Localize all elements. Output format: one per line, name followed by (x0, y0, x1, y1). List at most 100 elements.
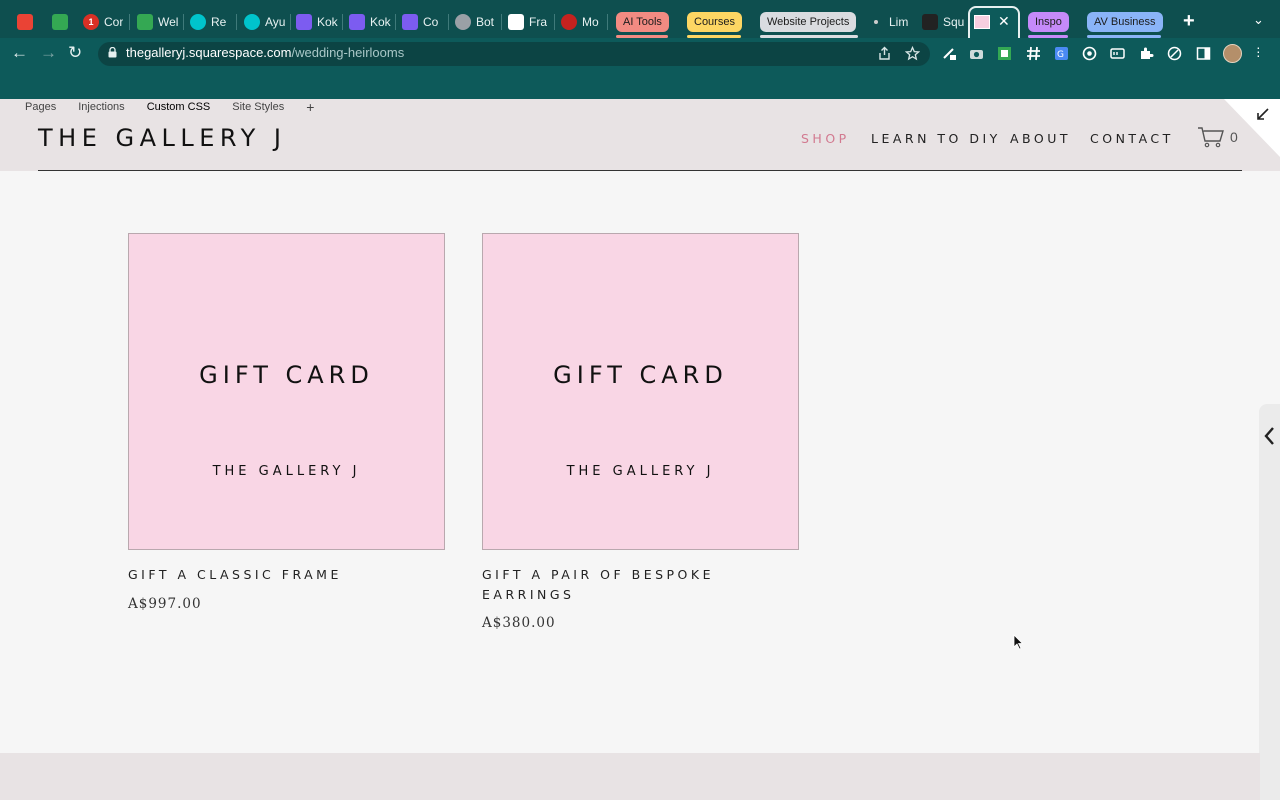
product-title[interactable]: GIFT A PAIR OF BESPOKE EARRINGS (482, 565, 752, 604)
browser-menu-icon[interactable]: · · · (1256, 40, 1261, 62)
tab-group-courses[interactable]: Courses (687, 12, 742, 32)
editor-link-injections[interactable]: Injections (78, 101, 124, 113)
back-button[interactable]: ← (11, 43, 28, 63)
tab-group-website-projects[interactable]: Website Projects (760, 12, 857, 32)
site-logo[interactable]: THE GALLERY J (38, 124, 286, 152)
page-icon (508, 14, 524, 30)
browser-tab[interactable]: Ayu (244, 10, 285, 34)
leaf-extension-icon[interactable] (1167, 46, 1182, 61)
tab-search-chevron-icon[interactable]: ⌄ (1253, 12, 1264, 28)
editor-links: Pages Injections Custom CSS Site Styles … (25, 100, 314, 114)
exit-editor-corner[interactable] (1224, 99, 1280, 157)
browser-tab[interactable]: Mo (561, 10, 599, 34)
tab-separator (448, 14, 449, 30)
drive-icon (137, 14, 153, 30)
share-icon[interactable] (877, 46, 892, 61)
squarespace-icon (922, 14, 938, 30)
gift-card-title: GIFT CARD (553, 361, 728, 389)
browser-tab-label: Ayu (265, 15, 286, 29)
browser-tab[interactable]: Co (402, 10, 438, 34)
chevron-left-icon[interactable] (1262, 424, 1276, 448)
url-path: /wedding-heirlooms (291, 45, 405, 60)
reload-button[interactable]: ↻ (68, 43, 82, 63)
gift-card-brand: THE GALLERY J (212, 464, 361, 479)
browser-tab[interactable]: Lim (868, 10, 908, 34)
editor-add-link-button[interactable]: + (306, 100, 314, 114)
url-domain: thegalleryj.squarespace.com (126, 45, 292, 60)
pen-extension-icon[interactable] (942, 46, 957, 61)
nav-learn-to-diy[interactable]: LEARN TO DIY (871, 131, 1001, 146)
cart-icon[interactable] (1197, 126, 1225, 148)
dot-icon (874, 20, 878, 24)
browser-tab-label: Wel (158, 15, 179, 29)
browser-tab[interactable] (52, 10, 68, 34)
grid-extension-icon[interactable] (997, 46, 1012, 61)
squarespace-editor-strip (0, 70, 1280, 99)
record-icon (561, 14, 577, 30)
editor-link-site-styles[interactable]: Site Styles (232, 101, 284, 113)
product-image[interactable]: GIFT CARD THE GALLERY J (128, 233, 445, 550)
tab-separator (554, 14, 555, 30)
side-panel-icon[interactable] (1196, 46, 1211, 61)
url-text[interactable]: thegalleryj.squarespace.com/wedding-heir… (126, 45, 404, 60)
id-card-extension-icon[interactable] (1110, 46, 1125, 61)
product-price: A$380.00 (482, 615, 556, 631)
nav-shop[interactable]: SHOP (801, 131, 850, 146)
camera-extension-icon[interactable] (969, 46, 984, 61)
browser-tab-label: Co (423, 15, 439, 29)
translate-extension-icon[interactable]: G (1054, 46, 1069, 61)
browser-tab-label: Cor (104, 15, 124, 29)
mouse-cursor-icon (1013, 634, 1024, 650)
site-footer (0, 753, 1260, 800)
tab-separator (236, 14, 237, 30)
browser-tab-label: Kok (317, 15, 338, 29)
browser-tab[interactable]: Wel (137, 10, 178, 34)
browser-tab[interactable]: Kok (349, 10, 391, 34)
browser-tab[interactable]: 1 Cor (83, 10, 123, 34)
profile-avatar[interactable] (1223, 44, 1242, 63)
product-image[interactable]: GIFT CARD THE GALLERY J (482, 233, 799, 550)
tab-group-inspo[interactable]: Inspo (1028, 12, 1069, 32)
lock-icon[interactable] (108, 47, 117, 58)
browser-tab-label: Kok (370, 15, 391, 29)
tab-separator (183, 14, 184, 30)
active-tab[interactable] (968, 6, 1020, 40)
product-title[interactable]: GIFT A CLASSIC FRAME (128, 565, 428, 585)
browser-tab-label: Lim (889, 15, 909, 29)
notification-icon: 1 (83, 14, 99, 30)
side-panel-tab[interactable] (1259, 404, 1280, 800)
page-favicon-icon (974, 15, 990, 29)
browser-tab-label: Bot (476, 15, 495, 29)
at-sign-extension-icon[interactable] (1082, 46, 1097, 61)
shield-heart-icon (349, 14, 365, 30)
shield-heart-icon (296, 14, 312, 30)
tab-separator (290, 14, 291, 30)
tab-group-ai-tools[interactable]: AI Tools (616, 12, 669, 32)
tab-separator (607, 14, 608, 30)
drive-icon (52, 14, 68, 30)
hashtag-extension-icon[interactable] (1026, 46, 1041, 61)
forward-button[interactable]: → (40, 43, 57, 63)
browser-tab-label: Squ (943, 15, 965, 29)
tab-separator (129, 14, 130, 30)
browser-tab[interactable]: Bot (455, 10, 494, 34)
editor-link-pages[interactable]: Pages (25, 101, 56, 113)
browser-tab[interactable]: Squ (922, 10, 964, 34)
browser-tab[interactable]: Re (190, 10, 226, 34)
tab-separator (501, 14, 502, 30)
bookmark-star-icon[interactable] (905, 46, 920, 61)
browser-tab[interactable]: Fra (508, 10, 547, 34)
tab-separator (342, 14, 343, 30)
nav-contact[interactable]: CONTACT (1090, 131, 1174, 146)
tab-group-av-business[interactable]: AV Business (1087, 12, 1163, 32)
browser-tab-label: Mo (582, 15, 599, 29)
nav-about[interactable]: ABOUT (1010, 131, 1071, 146)
editor-link-custom-css[interactable]: Custom CSS (147, 101, 211, 113)
browser-tab[interactable]: Kok (296, 10, 338, 34)
browser-tab[interactable] (17, 10, 33, 34)
puzzle-extensions-icon[interactable] (1139, 46, 1154, 61)
close-tab-icon[interactable]: ✕ (998, 13, 1010, 30)
gmail-icon (17, 14, 33, 30)
browser-tab-label: Fra (529, 15, 547, 29)
new-tab-button[interactable]: + (1183, 10, 1195, 33)
